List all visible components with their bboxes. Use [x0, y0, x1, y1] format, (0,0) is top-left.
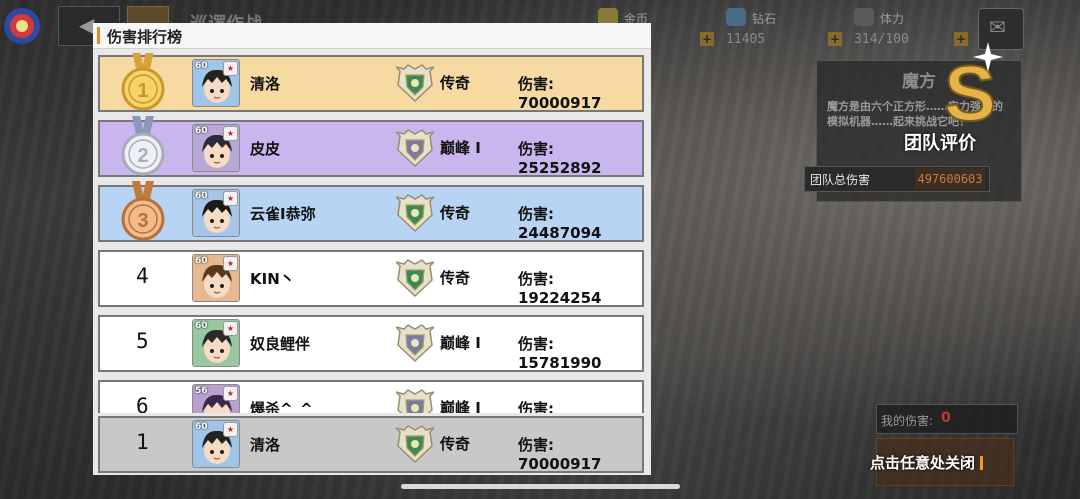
team-eval-label: 团队评价 [904, 133, 976, 154]
leaderboard-row[interactable]: 4 60 ★ KIN丶 传奇 伤害: 19224254 [98, 250, 644, 307]
stamina-icon [854, 8, 874, 26]
chat-icon: ✉ [989, 15, 1006, 39]
player-avatar[interactable]: 60 ★ [192, 59, 240, 107]
leaderboard-row[interactable]: 6 56 ★ 爆杀^_^ 巅峰 I 伤害: 12942424 [98, 380, 644, 413]
player-tier: 巅峰 I [440, 334, 481, 352]
svg-text:2: 2 [137, 145, 148, 167]
player-avatar[interactable]: 60 ★ [192, 254, 240, 302]
player-tier: 传奇 [440, 204, 471, 222]
player-level: 56 [195, 386, 208, 396]
player-level: 60 [195, 191, 208, 201]
rank-number: 1 [136, 430, 149, 454]
player-name: 清洛 [250, 75, 281, 93]
player-tier: 巅峰 I [440, 139, 481, 157]
rank-number: 4 [136, 264, 149, 288]
leaderboard-row[interactable]: 5 60 ★ 奴良鲤伴 巅峰 I 伤害: 15781990 [98, 315, 644, 372]
diamond-icon [726, 8, 746, 26]
title-tag-icon: ★ [223, 386, 238, 401]
rank-1-medal-icon: 1 [121, 53, 165, 111]
add-diamond-button[interactable]: + [828, 32, 842, 46]
damage-leaderboard: 伤害排行榜 1 60 ★ 清洛 传奇 伤害: 70000917 2 60 ★ 皮… [93, 23, 651, 475]
player-level: 60 [195, 61, 208, 71]
rank-3-medal-icon: 3 [121, 181, 165, 241]
player-avatar[interactable]: 60 ★ [192, 319, 240, 367]
diamond-resource: 钻石 11405 + [726, 6, 846, 50]
svg-text:1: 1 [137, 80, 148, 102]
player-avatar[interactable]: 60 ★ [192, 189, 240, 237]
player-damage: 伤害: 12942424 [518, 400, 554, 413]
player-avatar[interactable]: 56 ★ [192, 384, 240, 413]
rank-number: 6 [136, 394, 149, 413]
rank-number: 5 [136, 329, 149, 353]
player-name: 爆杀^_^ [250, 400, 313, 413]
player-level: 60 [195, 422, 208, 432]
peak-tier-crest-icon [396, 324, 434, 363]
legend-tier-crest-icon [396, 425, 434, 464]
home-indicator[interactable] [401, 484, 680, 489]
player-damage: 伤害: 25252892 [518, 140, 602, 177]
player-avatar[interactable]: 60 ★ [192, 124, 240, 172]
player-tier: 传奇 [440, 269, 471, 287]
player-level: 60 [195, 256, 208, 266]
leaderboard-row[interactable]: 1 60 ★ 清洛 传奇 伤害: 70000917 [98, 53, 644, 112]
leaderboard-title: 伤害排行榜 [107, 28, 183, 46]
title-tag-icon: ★ [223, 422, 238, 437]
legend-tier-crest-icon [396, 259, 434, 298]
player-name: 奴良鲤伴 [250, 335, 311, 353]
leaderboard-header: 伤害排行榜 [93, 23, 651, 49]
title-tag-icon: ★ [223, 256, 238, 271]
title-tag-icon: ★ [223, 191, 238, 206]
player-level: 60 [195, 321, 208, 331]
peak-tier-crest-icon [396, 389, 434, 413]
player-damage: 伤害: 70000917 [518, 75, 602, 112]
player-name: 云雀I恭弥 [250, 205, 316, 223]
title-tag-icon: ★ [223, 61, 238, 76]
legend-tier-crest-icon [396, 64, 434, 103]
team-total-damage: 团队总伤害 497600603 [804, 166, 990, 192]
player-tier: 巅峰 I [440, 399, 481, 413]
player-avatar[interactable]: 60 ★ [192, 420, 240, 468]
leaderboard-row[interactable]: 3 60 ★ 云雀I恭弥 传奇 伤害: 24487094 [98, 181, 644, 242]
guild-emblem-icon [4, 8, 40, 44]
player-damage: 伤害: 24487094 [518, 205, 602, 242]
player-tier: 传奇 [440, 435, 471, 453]
leaderboard-list[interactable]: 1 60 ★ 清洛 传奇 伤害: 70000917 2 60 ★ 皮皮 巅峰 I… [93, 53, 651, 413]
title-tag-icon: ★ [223, 321, 238, 336]
leaderboard-row[interactable]: 2 60 ★ 皮皮 巅峰 I 伤害: 25252892 [98, 116, 644, 177]
player-damage: 伤害: 19224254 [518, 270, 602, 307]
peak-tier-crest-icon [396, 129, 434, 168]
rank-2-medal-icon: 2 [121, 116, 165, 176]
add-gold-button[interactable]: + [700, 32, 714, 46]
player-name: 皮皮 [250, 140, 281, 158]
tap-to-close[interactable]: 点击任意处关闭 [870, 452, 984, 473]
my-damage: 我的伤害: 0 [876, 404, 1018, 434]
player-name: KIN丶 [250, 270, 295, 288]
player-damage: 伤害: 15781990 [518, 335, 602, 372]
title-tag-icon: ★ [223, 126, 238, 141]
grade-s-icon: S [943, 42, 1003, 138]
svg-text:3: 3 [137, 210, 148, 232]
player-level: 60 [195, 126, 208, 136]
player-name: 清洛 [250, 436, 281, 454]
player-tier: 传奇 [440, 74, 471, 92]
player-damage: 伤害: 70000917 [518, 436, 602, 473]
legend-tier-crest-icon [396, 194, 434, 233]
my-rank-row[interactable]: 1 60 ★ 清洛 传奇 伤害: 70000917 [98, 416, 644, 473]
